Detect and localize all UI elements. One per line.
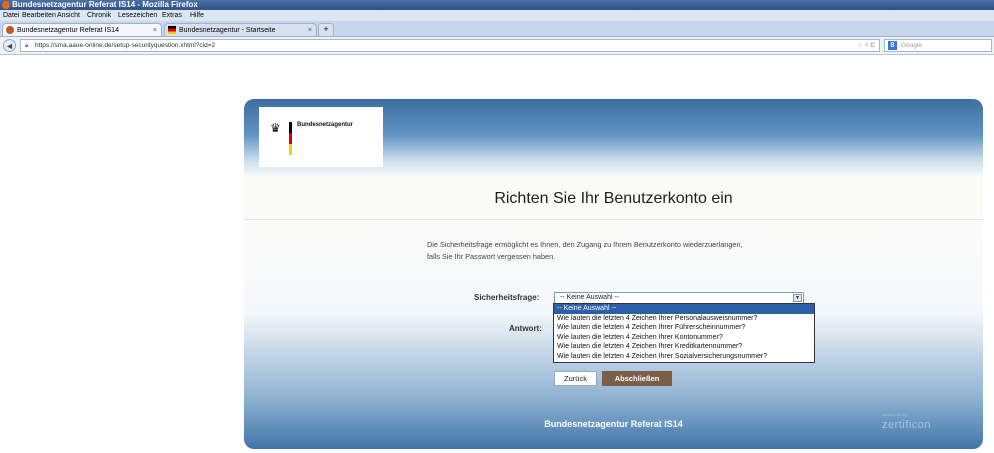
- bundesnetzagentur-logo: ♛ Bundesnetzagentur: [259, 107, 383, 167]
- window-title: Bundesnetzagentur Referat IS14 - Mozilla…: [12, 0, 198, 9]
- menu-bar: Datei Bearbeiten Ansicht Chronik Lesezei…: [0, 10, 994, 21]
- firefox-icon: [2, 1, 10, 9]
- answer-label: Antwort:: [509, 324, 542, 333]
- back-button[interactable]: ◄: [3, 39, 16, 52]
- title-band: Richten Sie Ihr Benutzerkonto ein: [244, 177, 983, 220]
- form-area: Die Sicherheitsfrage ermöglicht es Ihnen…: [244, 220, 983, 449]
- vendor-name: zertificon: [882, 419, 932, 431]
- chevron-down-icon[interactable]: ▼: [793, 294, 802, 302]
- reload-icon[interactable]: ▿ C: [865, 40, 875, 52]
- new-tab-button[interactable]: +: [318, 23, 334, 37]
- zertificon-logo: powered by zertificon: [882, 412, 932, 431]
- option-personalausweis[interactable]: Wie lauten die letzten 4 Zeichen Ihrer P…: [554, 314, 814, 324]
- lock-icon: 🔒︎: [25, 42, 29, 49]
- security-question-dropdown: -- Keine Auswahl -- Wie lauten die letzt…: [553, 303, 815, 363]
- menu-lesezeichen[interactable]: Lesezeichen: [118, 10, 157, 21]
- url-text: https://sma.aaue-online.de/setup-securit…: [35, 42, 216, 49]
- powered-by-text: powered by: [882, 412, 908, 417]
- menu-hilfe[interactable]: Hilfe: [190, 10, 204, 21]
- tab-label: Bundesnetzagentur - Startseite: [179, 27, 276, 34]
- window-titlebar: Bundesnetzagentur Referat IS14 - Mozilla…: [0, 0, 994, 10]
- search-placeholder: Google: [901, 42, 922, 49]
- footer-text: Bundesnetzagentur Referat IS14: [544, 419, 683, 429]
- search-input[interactable]: 8 Google: [884, 39, 992, 52]
- bookmark-star-icon[interactable]: ☆: [857, 40, 863, 52]
- page-warning-icon: [6, 26, 14, 34]
- card-header: ♛ Bundesnetzagentur: [244, 99, 983, 177]
- option-kreditkarte[interactable]: Wie lauten die letzten 4 Zeichen Ihrer K…: [554, 342, 814, 352]
- bnetza-favicon-icon: [168, 26, 176, 34]
- menu-chronik[interactable]: Chronik: [87, 10, 111, 21]
- tab-close-icon[interactable]: ×: [308, 24, 312, 37]
- setup-card: ♛ Bundesnetzagentur Richten Sie Ihr Benu…: [244, 99, 983, 449]
- navigation-bar: ◄ 🔒︎ https://sma.aaue-online.de/setup-se…: [0, 37, 994, 55]
- intro-text: Die Sicherheitsfrage ermöglicht es Ihnen…: [427, 240, 743, 261]
- url-bar[interactable]: 🔒︎ https://sma.aaue-online.de/setup-secu…: [20, 39, 880, 52]
- security-question-label: Sicherheitsfrage:: [474, 293, 540, 302]
- back-button-form[interactable]: Zurück: [554, 371, 597, 386]
- german-flag-icon: [289, 122, 292, 156]
- option-fuehrerschein[interactable]: Wie lauten die letzten 4 Zeichen Ihrer F…: [554, 323, 814, 333]
- menu-ansicht[interactable]: Ansicht: [57, 10, 80, 21]
- option-kontonummer[interactable]: Wie lauten die letzten 4 Zeichen Ihrer K…: [554, 333, 814, 343]
- menu-datei[interactable]: Datei: [3, 10, 19, 21]
- tab-close-icon[interactable]: ×: [153, 24, 157, 37]
- page-title: Richten Sie Ihr Benutzerkonto ein: [494, 190, 733, 207]
- tab-label: Bundesnetzagentur Referat IS14: [17, 27, 119, 34]
- option-keine-auswahl[interactable]: -- Keine Auswahl --: [554, 304, 814, 314]
- menu-extras[interactable]: Extras: [162, 10, 182, 21]
- menu-bearbeiten[interactable]: Bearbeiten: [22, 10, 56, 21]
- tab-bar: Bundesnetzagentur Referat IS14 × Bundesn…: [0, 21, 994, 37]
- option-sozialversicherung[interactable]: Wie lauten die letzten 4 Zeichen Ihrer S…: [554, 352, 814, 362]
- google-icon: 8: [888, 41, 897, 50]
- logo-text: Bundesnetzagentur: [297, 122, 354, 128]
- finish-button[interactable]: Abschließen: [602, 371, 672, 386]
- tab-startseite[interactable]: Bundesnetzagentur - Startseite ×: [164, 23, 317, 36]
- select-value: -- Keine Auswahl --: [560, 294, 620, 301]
- tab-referat-is14[interactable]: Bundesnetzagentur Referat IS14 ×: [2, 23, 162, 36]
- eagle-icon: ♛: [270, 121, 281, 135]
